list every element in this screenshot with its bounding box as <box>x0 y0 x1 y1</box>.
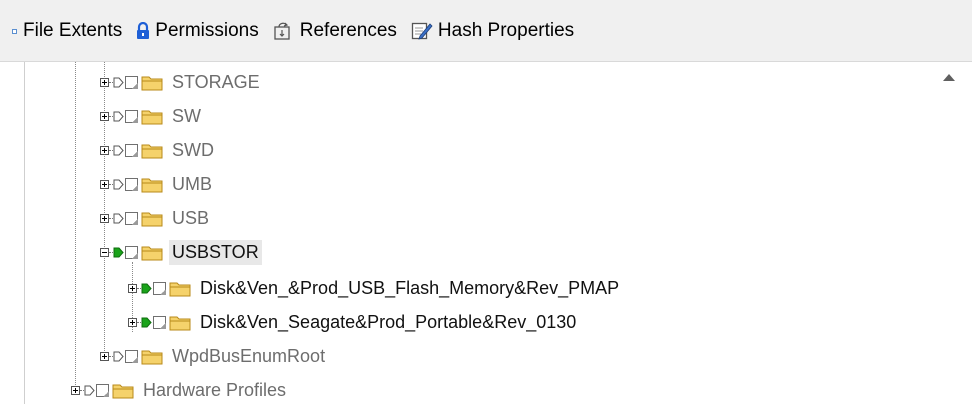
checkbox[interactable] <box>125 143 138 157</box>
checkbox[interactable] <box>125 177 138 191</box>
tree-line <box>75 62 76 387</box>
tree-node[interactable]: WpdBusEnumRoot <box>100 341 328 371</box>
hollow-marker-icon <box>113 351 124 361</box>
references-icon <box>274 22 290 40</box>
hollow-marker-icon <box>113 213 124 223</box>
hollow-marker-icon <box>113 77 124 87</box>
tree-node[interactable]: Hardware Profiles <box>71 375 289 405</box>
tab-hash-properties[interactable]: Hash Properties <box>411 20 574 42</box>
open-folder-icon <box>141 246 163 260</box>
node-label: SWD <box>172 139 214 160</box>
left-border <box>24 62 25 404</box>
checkbox[interactable] <box>125 349 138 363</box>
checkbox[interactable] <box>125 75 138 89</box>
scroll-up-arrow-icon[interactable] <box>943 74 955 81</box>
checkbox[interactable] <box>153 315 166 329</box>
expand-plus-icon[interactable] <box>71 385 80 395</box>
checkbox[interactable] <box>153 281 166 295</box>
tree-node[interactable]: SWD <box>100 135 217 165</box>
tab-permissions[interactable]: Permissions <box>136 20 259 42</box>
expand-plus-icon[interactable] <box>128 317 137 327</box>
tree-node[interactable]: UMB <box>100 169 215 199</box>
node-label: Disk&Ven_&Prod_USB_Flash_Memory&Rev_PMAP <box>200 277 620 298</box>
folder-icon <box>141 144 163 158</box>
folder-icon <box>141 76 163 90</box>
tree-node[interactable]: USB <box>100 203 212 233</box>
tree-node[interactable]: SW <box>100 101 204 131</box>
tab-references-label: References <box>299 20 397 41</box>
lock-icon <box>137 22 150 39</box>
node-label: USB <box>172 207 210 228</box>
folder-icon <box>169 316 191 330</box>
node-label: Disk&Ven_Seagate&Prod_Portable&Rev_0130 <box>200 311 577 332</box>
hash-properties-icon <box>411 22 433 40</box>
hollow-marker-icon <box>113 111 124 121</box>
tree-node-selected[interactable]: USBSTOR <box>100 237 262 267</box>
folder-icon <box>141 178 163 192</box>
checkbox[interactable] <box>125 245 138 259</box>
tab-file-extents-label: File Extents <box>23 20 123 41</box>
checkbox[interactable] <box>125 211 138 225</box>
node-label: STORAGE <box>172 71 260 92</box>
tab-references[interactable]: References <box>273 20 397 42</box>
green-marker-icon <box>141 283 152 293</box>
toolbar-tabs: File Extents Permissions References Hash… <box>0 18 588 44</box>
collapse-minus-icon[interactable] <box>100 247 109 257</box>
folder-icon <box>169 282 191 296</box>
expand-plus-icon[interactable] <box>100 179 109 189</box>
node-label: SW <box>172 105 201 126</box>
tab-file-extents[interactable]: File Extents <box>0 20 122 42</box>
folder-icon <box>141 212 163 226</box>
tree-node[interactable]: Disk&Ven_Seagate&Prod_Portable&Rev_0130 <box>128 307 579 337</box>
checkbox[interactable] <box>125 109 138 123</box>
checkbox[interactable] <box>96 383 109 397</box>
folder-icon <box>141 350 163 364</box>
green-marker-icon <box>141 317 152 327</box>
tree-node[interactable]: Disk&Ven_&Prod_USB_Flash_Memory&Rev_PMAP <box>128 273 622 303</box>
expand-plus-icon[interactable] <box>128 283 137 293</box>
folder-icon <box>141 110 163 124</box>
expand-plus-icon[interactable] <box>100 145 109 155</box>
node-label: WpdBusEnumRoot <box>172 345 326 366</box>
hollow-marker-icon <box>113 179 124 189</box>
vertical-scrollbar[interactable] <box>927 62 972 404</box>
node-label: Hardware Profiles <box>143 379 287 400</box>
expand-plus-icon[interactable] <box>100 111 109 121</box>
expand-plus-icon[interactable] <box>100 351 109 361</box>
toolbar: File Extents Permissions References Hash… <box>0 0 972 62</box>
node-label: USBSTOR <box>169 239 262 265</box>
hollow-marker-icon <box>113 145 124 155</box>
small-square-icon <box>12 28 17 34</box>
tree-node[interactable]: STORAGE <box>100 67 263 97</box>
expand-plus-icon[interactable] <box>100 213 109 223</box>
registry-tree: STORAGE SW SWD UMB USB USBSTOR Disk&Ven_… <box>0 62 972 404</box>
hollow-marker-icon <box>84 385 95 395</box>
expand-plus-icon[interactable] <box>100 77 109 87</box>
green-marker-icon <box>113 247 124 257</box>
folder-icon <box>112 384 134 398</box>
tab-hash-properties-label: Hash Properties <box>437 20 575 41</box>
tab-permissions-label: Permissions <box>155 20 259 41</box>
node-label: UMB <box>172 173 212 194</box>
